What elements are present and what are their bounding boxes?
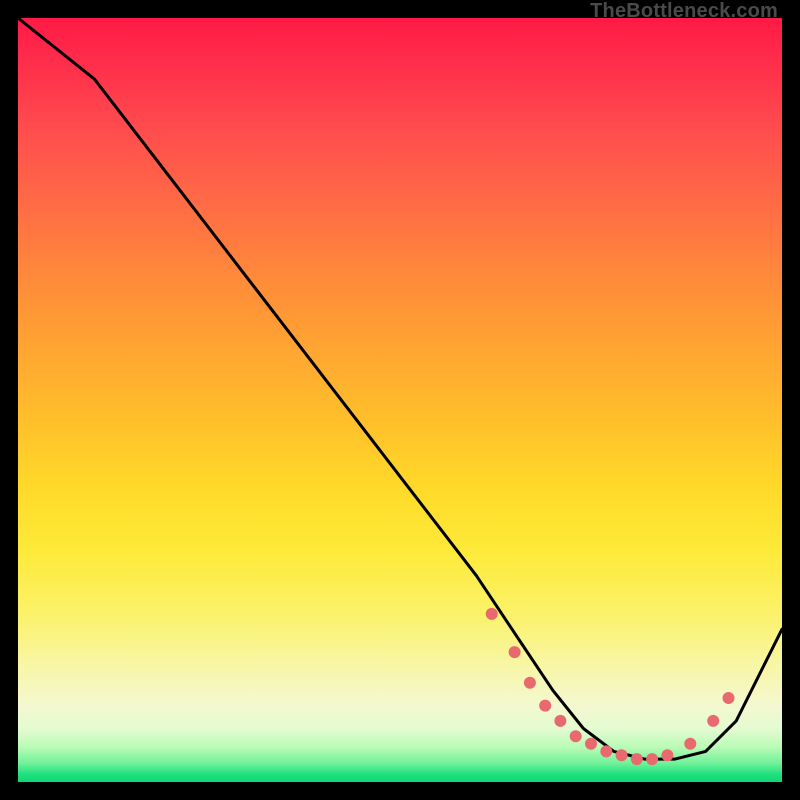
plot-area: [18, 18, 782, 782]
marker-dot: [524, 677, 536, 689]
line-path: [18, 18, 782, 759]
marker-dot: [486, 608, 498, 620]
marker-dot: [723, 692, 735, 704]
marker-dot: [539, 700, 551, 712]
line-curve: [18, 18, 782, 759]
marker-dots: [486, 608, 735, 765]
chart-frame: TheBottleneck.com: [0, 0, 800, 800]
marker-dot: [646, 753, 658, 765]
marker-dot: [570, 730, 582, 742]
watermark-text: TheBottleneck.com: [590, 0, 778, 23]
marker-dot: [509, 646, 521, 658]
marker-dot: [707, 715, 719, 727]
marker-dot: [554, 715, 566, 727]
marker-dot: [600, 745, 612, 757]
marker-dot: [631, 753, 643, 765]
marker-dot: [684, 738, 696, 750]
marker-dot: [616, 749, 628, 761]
marker-dot: [661, 749, 673, 761]
curve-svg: [18, 18, 782, 782]
marker-dot: [585, 738, 597, 750]
